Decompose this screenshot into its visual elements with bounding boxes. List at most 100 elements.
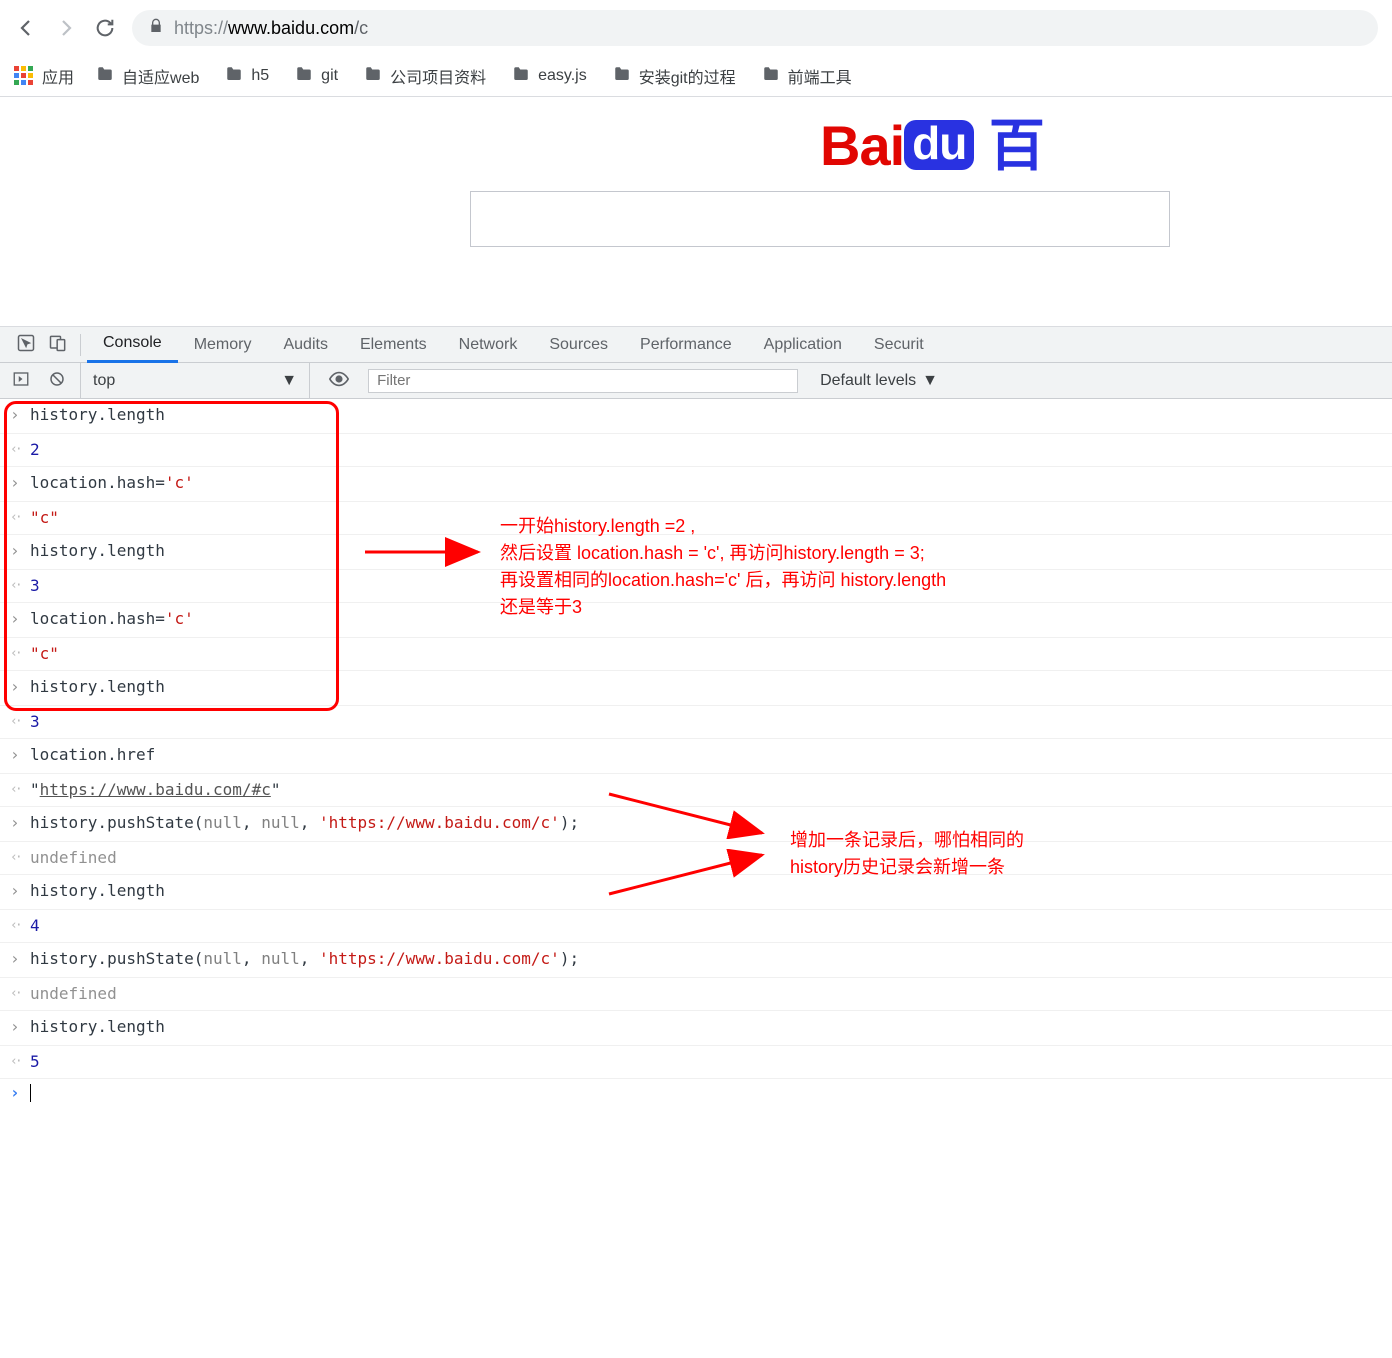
lock-icon bbox=[148, 18, 164, 39]
apps-label: 应用 bbox=[42, 64, 74, 88]
tab-securit[interactable]: Securit bbox=[858, 327, 940, 363]
bookmark-item[interactable]: 安装git的过程 bbox=[613, 64, 736, 88]
tab-sources[interactable]: Sources bbox=[533, 327, 624, 363]
clear-console-icon[interactable] bbox=[44, 370, 70, 391]
console-prompt[interactable] bbox=[0, 1079, 1392, 1106]
input-chevron-icon bbox=[10, 947, 30, 973]
bookmark-item[interactable]: h5 bbox=[225, 64, 269, 88]
bookmark-label: 公司项目资料 bbox=[390, 64, 486, 88]
context-label: top bbox=[93, 372, 115, 390]
console-line-content: "https://www.baidu.com/#c" bbox=[30, 778, 1382, 802]
console-line-content: history.length bbox=[30, 879, 1382, 903]
console-input-line: history.length bbox=[0, 1011, 1392, 1046]
device-toggle-icon[interactable] bbox=[42, 333, 74, 356]
console-line-content: location.hash='c' bbox=[30, 471, 1382, 495]
console-output-line: "c" bbox=[0, 502, 1392, 535]
url-bar[interactable]: https://www.baidu.com/c bbox=[132, 10, 1378, 46]
console-output-line: undefined bbox=[0, 978, 1392, 1011]
bookmark-item[interactable]: 公司项目资料 bbox=[364, 64, 486, 88]
console-output-line: 4 bbox=[0, 910, 1392, 943]
output-chevron-icon bbox=[10, 506, 30, 530]
console-input-line: location.hash='c' bbox=[0, 603, 1392, 638]
input-chevron-icon bbox=[10, 811, 30, 837]
console-toolbar: top ▼ Default levels ▼ bbox=[0, 363, 1392, 399]
apps-icon bbox=[14, 66, 34, 86]
output-chevron-icon bbox=[10, 574, 30, 598]
forward-button[interactable] bbox=[54, 16, 78, 40]
bookmark-label: 前端工具 bbox=[788, 64, 852, 88]
apps-button[interactable]: 应用 bbox=[14, 64, 74, 88]
console-line-content: history.length bbox=[30, 539, 1382, 563]
console-line-content: 3 bbox=[30, 710, 1382, 734]
log-levels-selector[interactable]: Default levels ▼ bbox=[808, 372, 950, 390]
bookmark-label: git bbox=[321, 67, 338, 85]
console-input-line: history.length bbox=[0, 671, 1392, 706]
console-input-line: history.length bbox=[0, 399, 1392, 434]
inspect-icon[interactable] bbox=[10, 333, 42, 356]
context-selector[interactable]: top ▼ bbox=[80, 363, 310, 398]
folder-icon bbox=[295, 65, 313, 88]
console-output-line: 3 bbox=[0, 706, 1392, 739]
console-input-line: history.length bbox=[0, 875, 1392, 910]
sidebar-toggle-icon[interactable] bbox=[8, 370, 34, 391]
tab-performance[interactable]: Performance bbox=[624, 327, 748, 363]
console-line-content: 4 bbox=[30, 914, 1382, 938]
input-chevron-icon bbox=[10, 607, 30, 633]
bookmark-item[interactable]: easy.js bbox=[512, 64, 587, 88]
console-input-line: history.length bbox=[0, 535, 1392, 570]
back-button[interactable] bbox=[14, 16, 38, 40]
console-line-content: "c" bbox=[30, 506, 1382, 530]
tab-memory[interactable]: Memory bbox=[178, 327, 268, 363]
tab-console[interactable]: Console bbox=[87, 327, 178, 363]
tab-elements[interactable]: Elements bbox=[344, 327, 443, 363]
console-input-line: location.href bbox=[0, 739, 1392, 774]
console-output-line: 3 bbox=[0, 570, 1392, 603]
cursor bbox=[30, 1084, 31, 1102]
chevron-down-icon: ▼ bbox=[281, 372, 297, 390]
bookmark-item[interactable]: 自适应web bbox=[96, 64, 199, 88]
devtools-panel: ConsoleMemoryAuditsElementsNetworkSource… bbox=[0, 327, 1392, 1106]
console-output-line: "c" bbox=[0, 638, 1392, 671]
bookmark-item[interactable]: git bbox=[295, 64, 338, 88]
input-chevron-icon bbox=[10, 539, 30, 565]
console-line-content: undefined bbox=[30, 846, 1382, 870]
console-input-line: history.pushState(null, null, 'https://w… bbox=[0, 807, 1392, 842]
tab-application[interactable]: Application bbox=[748, 327, 858, 363]
folder-icon bbox=[613, 65, 631, 88]
output-chevron-icon bbox=[10, 914, 30, 938]
live-expression-icon[interactable] bbox=[320, 368, 358, 393]
bookmark-label: easy.js bbox=[538, 67, 587, 85]
folder-icon bbox=[364, 65, 382, 88]
folder-icon bbox=[225, 65, 243, 88]
console-output-line: "https://www.baidu.com/#c" bbox=[0, 774, 1392, 807]
input-chevron-icon bbox=[10, 403, 30, 429]
baidu-logo[interactable]: Baidu 百 bbox=[820, 101, 1044, 182]
prompt-chevron-icon bbox=[10, 1083, 30, 1102]
console-output-line: 5 bbox=[0, 1046, 1392, 1079]
filter-input[interactable] bbox=[368, 369, 798, 393]
url-text: https://www.baidu.com/c bbox=[174, 18, 368, 39]
input-chevron-icon bbox=[10, 675, 30, 701]
page-content: Baidu 百 bbox=[0, 97, 1392, 327]
folder-icon bbox=[96, 65, 114, 88]
output-chevron-icon bbox=[10, 642, 30, 666]
console-line-content: location.hash='c' bbox=[30, 607, 1382, 631]
console-output-line: undefined bbox=[0, 842, 1392, 875]
console-line-content: history.length bbox=[30, 675, 1382, 699]
output-chevron-icon bbox=[10, 438, 30, 462]
output-chevron-icon bbox=[10, 982, 30, 1006]
output-chevron-icon bbox=[10, 710, 30, 734]
tab-network[interactable]: Network bbox=[443, 327, 534, 363]
bookmark-item[interactable]: 前端工具 bbox=[762, 64, 852, 88]
search-input[interactable] bbox=[470, 191, 1170, 247]
devtools-tabs: ConsoleMemoryAuditsElementsNetworkSource… bbox=[0, 327, 1392, 363]
reload-button[interactable] bbox=[94, 17, 116, 39]
output-chevron-icon bbox=[10, 846, 30, 870]
folder-icon bbox=[762, 65, 780, 88]
console-output[interactable]: 一开始history.length =2 , 然后设置 location.has… bbox=[0, 399, 1392, 1106]
console-line-content: "c" bbox=[30, 642, 1382, 666]
console-line-content: history.length bbox=[30, 403, 1382, 427]
console-line-content: location.href bbox=[30, 743, 1382, 767]
tab-audits[interactable]: Audits bbox=[267, 327, 343, 363]
input-chevron-icon bbox=[10, 1015, 30, 1041]
